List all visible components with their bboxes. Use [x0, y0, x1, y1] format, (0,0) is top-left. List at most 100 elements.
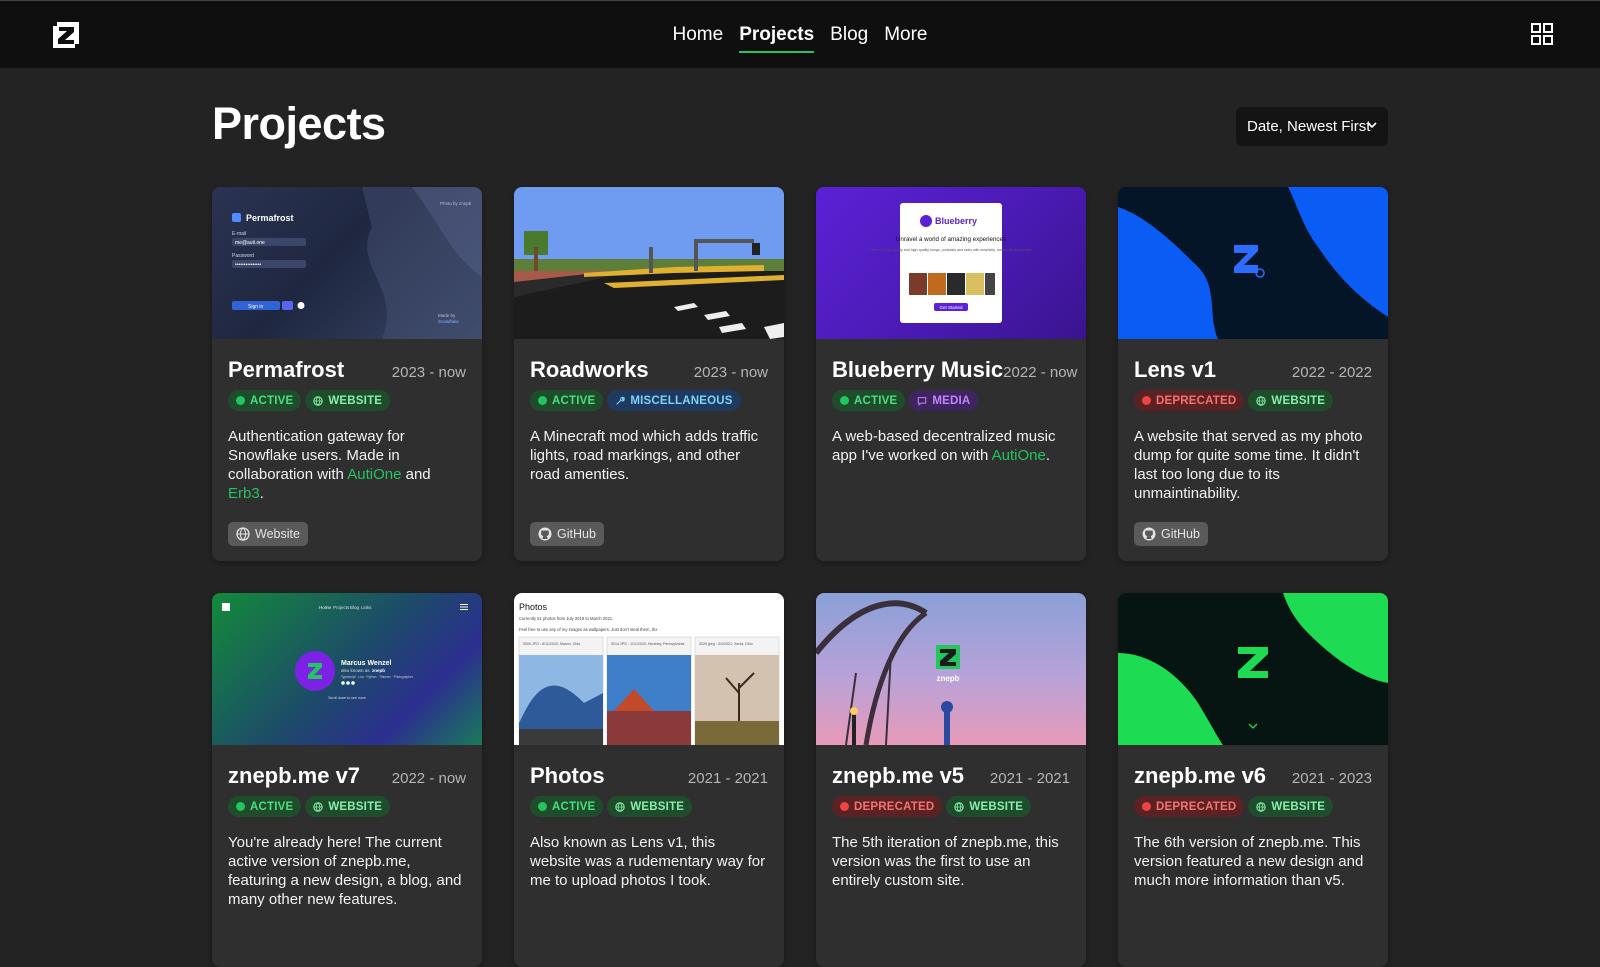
project-card-lens-v1[interactable]: Lens v1 2022 - 2022 DEPRECATED WEBSITE A…: [1118, 187, 1388, 561]
status-dot-icon: [840, 802, 849, 811]
erb3-link[interactable]: Erb3: [228, 485, 260, 502]
thumb-password-label: Password: [232, 253, 254, 259]
project-description: Authentication gateway for Snowflake use…: [228, 427, 466, 503]
thumb-label: znepb: [936, 674, 959, 683]
permafrost-login-preview: Permafrost Photo by znepb E-mail me@auti…: [232, 187, 482, 339]
status-badge: DEPRECATED: [832, 796, 943, 817]
category-badge-label: MEDIA: [932, 394, 971, 407]
project-thumbnail: znepb: [816, 593, 1086, 745]
category-badge: WEBSITE: [607, 796, 693, 817]
project-thumbnail: Blueberry Unravel a world of amazing exp…: [816, 187, 1086, 339]
github-icon: [1142, 527, 1156, 541]
project-description: A web-based decentralized music app I've…: [832, 427, 1070, 465]
nav-projects[interactable]: Projects: [739, 20, 814, 53]
status-dot-icon: [840, 396, 849, 405]
z-logo-icon: [1234, 245, 1258, 273]
thumb-made-by-name: Snowflake: [438, 319, 459, 324]
status-dot-icon: [236, 802, 245, 811]
project-description: The 6th version of znepb.me. This versio…: [1134, 834, 1364, 889]
globe-icon: [313, 395, 324, 406]
photos-site-preview: Photos Currently 51 photos from July 201…: [518, 602, 780, 745]
project-date: 2021 - 2021: [989, 770, 1070, 787]
project-title: Lens v1: [1134, 357, 1216, 382]
blueberry-logo-icon: [920, 215, 932, 227]
project-card-znepb-v5[interactable]: znepb znepb.me v5 2021 - 2021 DEPRECATED…: [816, 593, 1086, 967]
project-title: Permafrost: [228, 357, 345, 382]
link-label: GitHub: [1161, 527, 1200, 541]
nav-home[interactable]: Home: [673, 20, 724, 50]
desc-text: .: [259, 485, 264, 502]
thumb-photo-by: Photo by znepb: [440, 201, 472, 206]
project-card-blueberry-music[interactable]: Blueberry Unravel a world of amazing exp…: [816, 187, 1086, 561]
globe-icon: [313, 801, 324, 812]
project-card-photos[interactable]: Photos Currently 51 photos from July 201…: [514, 593, 784, 967]
github-link-button[interactable]: GitHub: [1134, 522, 1208, 546]
wrench-icon: [616, 396, 626, 405]
category-badge: WEBSITE: [305, 390, 391, 411]
blueberry-landing-preview: Blueberry Unravel a world of amazing exp…: [870, 203, 1032, 323]
top-nav-bar: Home Projects Blog More: [0, 0, 1600, 68]
project-grid: Permafrost Photo by znepb E-mail me@auti…: [212, 187, 1390, 967]
sort-dropdown[interactable]: Date, Newest First: [1236, 107, 1388, 146]
status-badge-label: ACTIVE: [854, 394, 898, 407]
project-title: znepb.me v7: [228, 763, 361, 788]
sort-dropdown-value: Date, Newest First: [1247, 118, 1371, 135]
thumb-scroll: Scroll down to see more: [328, 696, 366, 700]
project-description: A website that served as my photo dump f…: [1134, 428, 1363, 502]
project-card-roadworks[interactable]: Roadworks 2023 - now ACTIVE MISCELLANEOU…: [514, 187, 784, 561]
category-badge: WEBSITE: [946, 796, 1032, 817]
project-thumbnail: Home Projects Blog Links Marcus Wenzel a…: [212, 593, 482, 745]
category-badge-label: WEBSITE: [630, 800, 685, 813]
znepb-v7-preview: Home Projects Blog Links Marcus Wenzel a…: [222, 603, 468, 700]
link-label: GitHub: [557, 527, 596, 541]
status-badge: DEPRECATED: [1134, 390, 1245, 411]
status-badge: ACTIVE: [228, 796, 302, 817]
project-description: Also known as Lens v1, this website was …: [530, 834, 766, 889]
project-title: znepb.me v6: [1134, 763, 1267, 788]
thumb-made-by: Made by: [438, 313, 456, 318]
chevron-down-icon: [1367, 122, 1377, 129]
project-thumbnail: Permafrost Photo by znepb E-mail me@auti…: [212, 187, 482, 339]
grid-view-icon[interactable]: [1530, 22, 1554, 46]
project-thumbnail: [1118, 187, 1388, 339]
project-card-znepb-v7[interactable]: Home Projects Blog Links Marcus Wenzel a…: [212, 593, 482, 967]
globe-icon: [1256, 395, 1267, 406]
website-link-button[interactable]: Website: [228, 522, 308, 546]
thumb-name: Marcus Wenzel: [341, 660, 391, 667]
category-badge: WEBSITE: [1248, 796, 1334, 817]
thumb-signin: Sign in: [248, 304, 264, 310]
thumb-cta: Get Started: [939, 305, 963, 310]
autione-link[interactable]: AutiOne: [347, 466, 401, 483]
project-description: You're already here! The current active …: [228, 834, 462, 908]
project-thumbnail: [1118, 593, 1388, 745]
nav-more[interactable]: More: [884, 20, 927, 50]
thumb-nav-blog: Blog: [350, 605, 360, 610]
status-badge: DEPRECATED: [1134, 796, 1245, 817]
thumb-brand: Permafrost: [246, 213, 294, 223]
github-link-button[interactable]: GitHub: [530, 522, 604, 546]
status-badge-label: ACTIVE: [250, 394, 294, 407]
category-badge-label: WEBSITE: [1271, 800, 1326, 813]
project-date: 2022 - now: [1003, 364, 1078, 381]
globe-icon: [954, 801, 965, 812]
category-badge-label: MISCELLANEOUS: [630, 394, 733, 407]
category-badge-label: WEBSITE: [1271, 394, 1326, 407]
status-badge-label: DEPRECATED: [854, 800, 935, 813]
desc-text: and: [401, 466, 431, 483]
lens-logo-preview: [1118, 187, 1388, 339]
thumb-caption: 0000.JPG - 8/11/2020, Mason, Ohio: [523, 642, 580, 646]
thumb-caption: 0029.jpeg - 3/4/2021, Xenia, Ohio: [699, 642, 753, 646]
category-badge: MISCELLANEOUS: [607, 390, 741, 411]
autione-link[interactable]: AutiOne: [992, 447, 1046, 464]
project-card-znepb-v6[interactable]: znepb.me v6 2021 - 2023 DEPRECATED WEBSI…: [1118, 593, 1388, 967]
category-badge-label: WEBSITE: [969, 800, 1024, 813]
minecraft-road-image: [514, 187, 784, 339]
status-badge-label: ACTIVE: [552, 800, 596, 813]
thumb-email-label: E-mail: [232, 231, 246, 237]
project-card-permafrost[interactable]: Permafrost Photo by znepb E-mail me@auti…: [212, 187, 482, 561]
thumb-line2: Feel free to use any of my images as wal…: [519, 627, 658, 632]
nav-blog[interactable]: Blog: [830, 20, 868, 50]
thumb-alias: znepb: [372, 668, 385, 673]
thumb-body: Listen to high-fidelity and high-quality…: [870, 248, 1032, 252]
project-title: Blueberry Music: [832, 357, 1004, 382]
